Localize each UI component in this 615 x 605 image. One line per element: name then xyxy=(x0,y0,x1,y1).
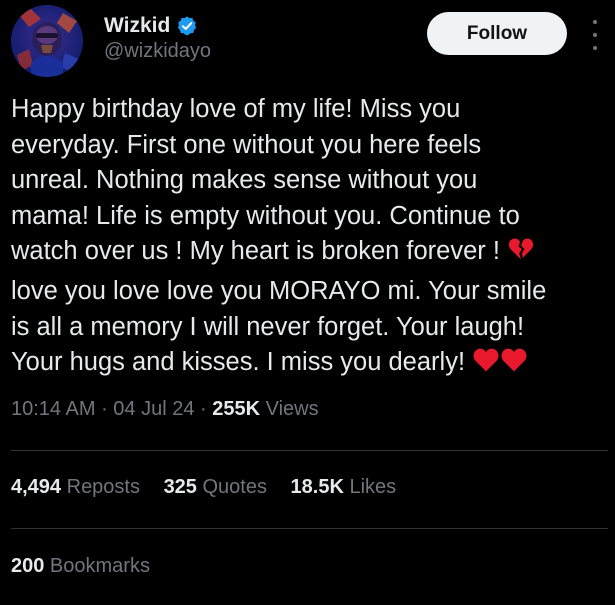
tweet-line: unreal. Nothing makes sense without you xyxy=(11,166,478,195)
author-handle[interactable]: @wizkidayo xyxy=(104,40,211,63)
views-count: 255K xyxy=(212,398,261,420)
quotes-stat[interactable]: 325 Quotes xyxy=(164,476,267,498)
meta-separator: · xyxy=(95,398,114,420)
tweet-text: Happy birthday love of my life! Miss you… xyxy=(11,92,611,385)
tweet-line-text: watch over us ! My heart is broken forev… xyxy=(11,237,500,266)
tweet-line: mama! Life is empty without you. Continu… xyxy=(11,201,520,230)
more-dot xyxy=(593,20,597,24)
tweet: Wizkid @wizkidayo Follow Happy birthday … xyxy=(0,0,615,605)
tweet-date[interactable]: 04 Jul 24 xyxy=(113,398,194,420)
tweet-line-with-emoji: Your hugs and kisses. I miss you dearly! xyxy=(11,345,611,385)
tweet-line: Happy birthday love of my life! Miss you xyxy=(11,95,461,123)
views-label: Views xyxy=(260,398,319,420)
divider xyxy=(11,528,608,529)
tweet-line-with-emoji: watch over us ! My heart is broken forev… xyxy=(11,234,611,274)
avatar-image xyxy=(11,5,83,77)
tweet-line: is all a memory I will never forget. You… xyxy=(11,312,525,341)
divider xyxy=(11,450,608,451)
more-dot xyxy=(593,46,597,50)
follow-button[interactable]: Follow xyxy=(427,12,567,55)
reposts-count: 4,494 xyxy=(11,476,62,498)
bookmarks-label: Bookmarks xyxy=(44,555,150,577)
tweet-time[interactable]: 10:14 AM xyxy=(11,398,96,420)
author-name-row[interactable]: Wizkid xyxy=(104,12,198,40)
tweet-line: everyday. First one without you here fee… xyxy=(11,130,482,159)
bookmarks-count: 200 xyxy=(11,555,45,577)
likes-count: 18.5K xyxy=(290,476,344,498)
bookmarks-stat[interactable]: 200 Bookmarks xyxy=(11,555,168,578)
quotes-label: Quotes xyxy=(196,476,267,498)
reposts-stat[interactable]: 4,494 Reposts xyxy=(11,476,140,498)
more-vertical-icon[interactable] xyxy=(584,20,606,50)
author-display-name[interactable]: Wizkid xyxy=(104,14,170,38)
likes-stat[interactable]: 18.5K Likes xyxy=(291,476,397,498)
red-heart-emoji xyxy=(500,346,528,385)
quotes-count: 325 xyxy=(163,476,197,498)
avatar[interactable] xyxy=(11,5,83,77)
meta-separator: · xyxy=(194,398,213,420)
red-heart-emoji xyxy=(472,346,500,385)
verified-badge-icon xyxy=(176,15,198,37)
tweet-line-text: Your hugs and kisses. I miss you dearly! xyxy=(11,348,466,377)
likes-label: Likes xyxy=(343,476,397,498)
tweet-line: love you love love you MORAYO mi. Your s… xyxy=(11,276,547,305)
engagement-stats: 4,494 Reposts 325 Quotes 18.5K Likes xyxy=(11,476,414,499)
reposts-label: Reposts xyxy=(61,476,140,498)
tweet-meta: 10:14 AM · 04 Jul 24 · 255K Views xyxy=(11,398,319,421)
more-dot xyxy=(593,33,597,37)
broken-heart-emoji xyxy=(507,235,535,274)
